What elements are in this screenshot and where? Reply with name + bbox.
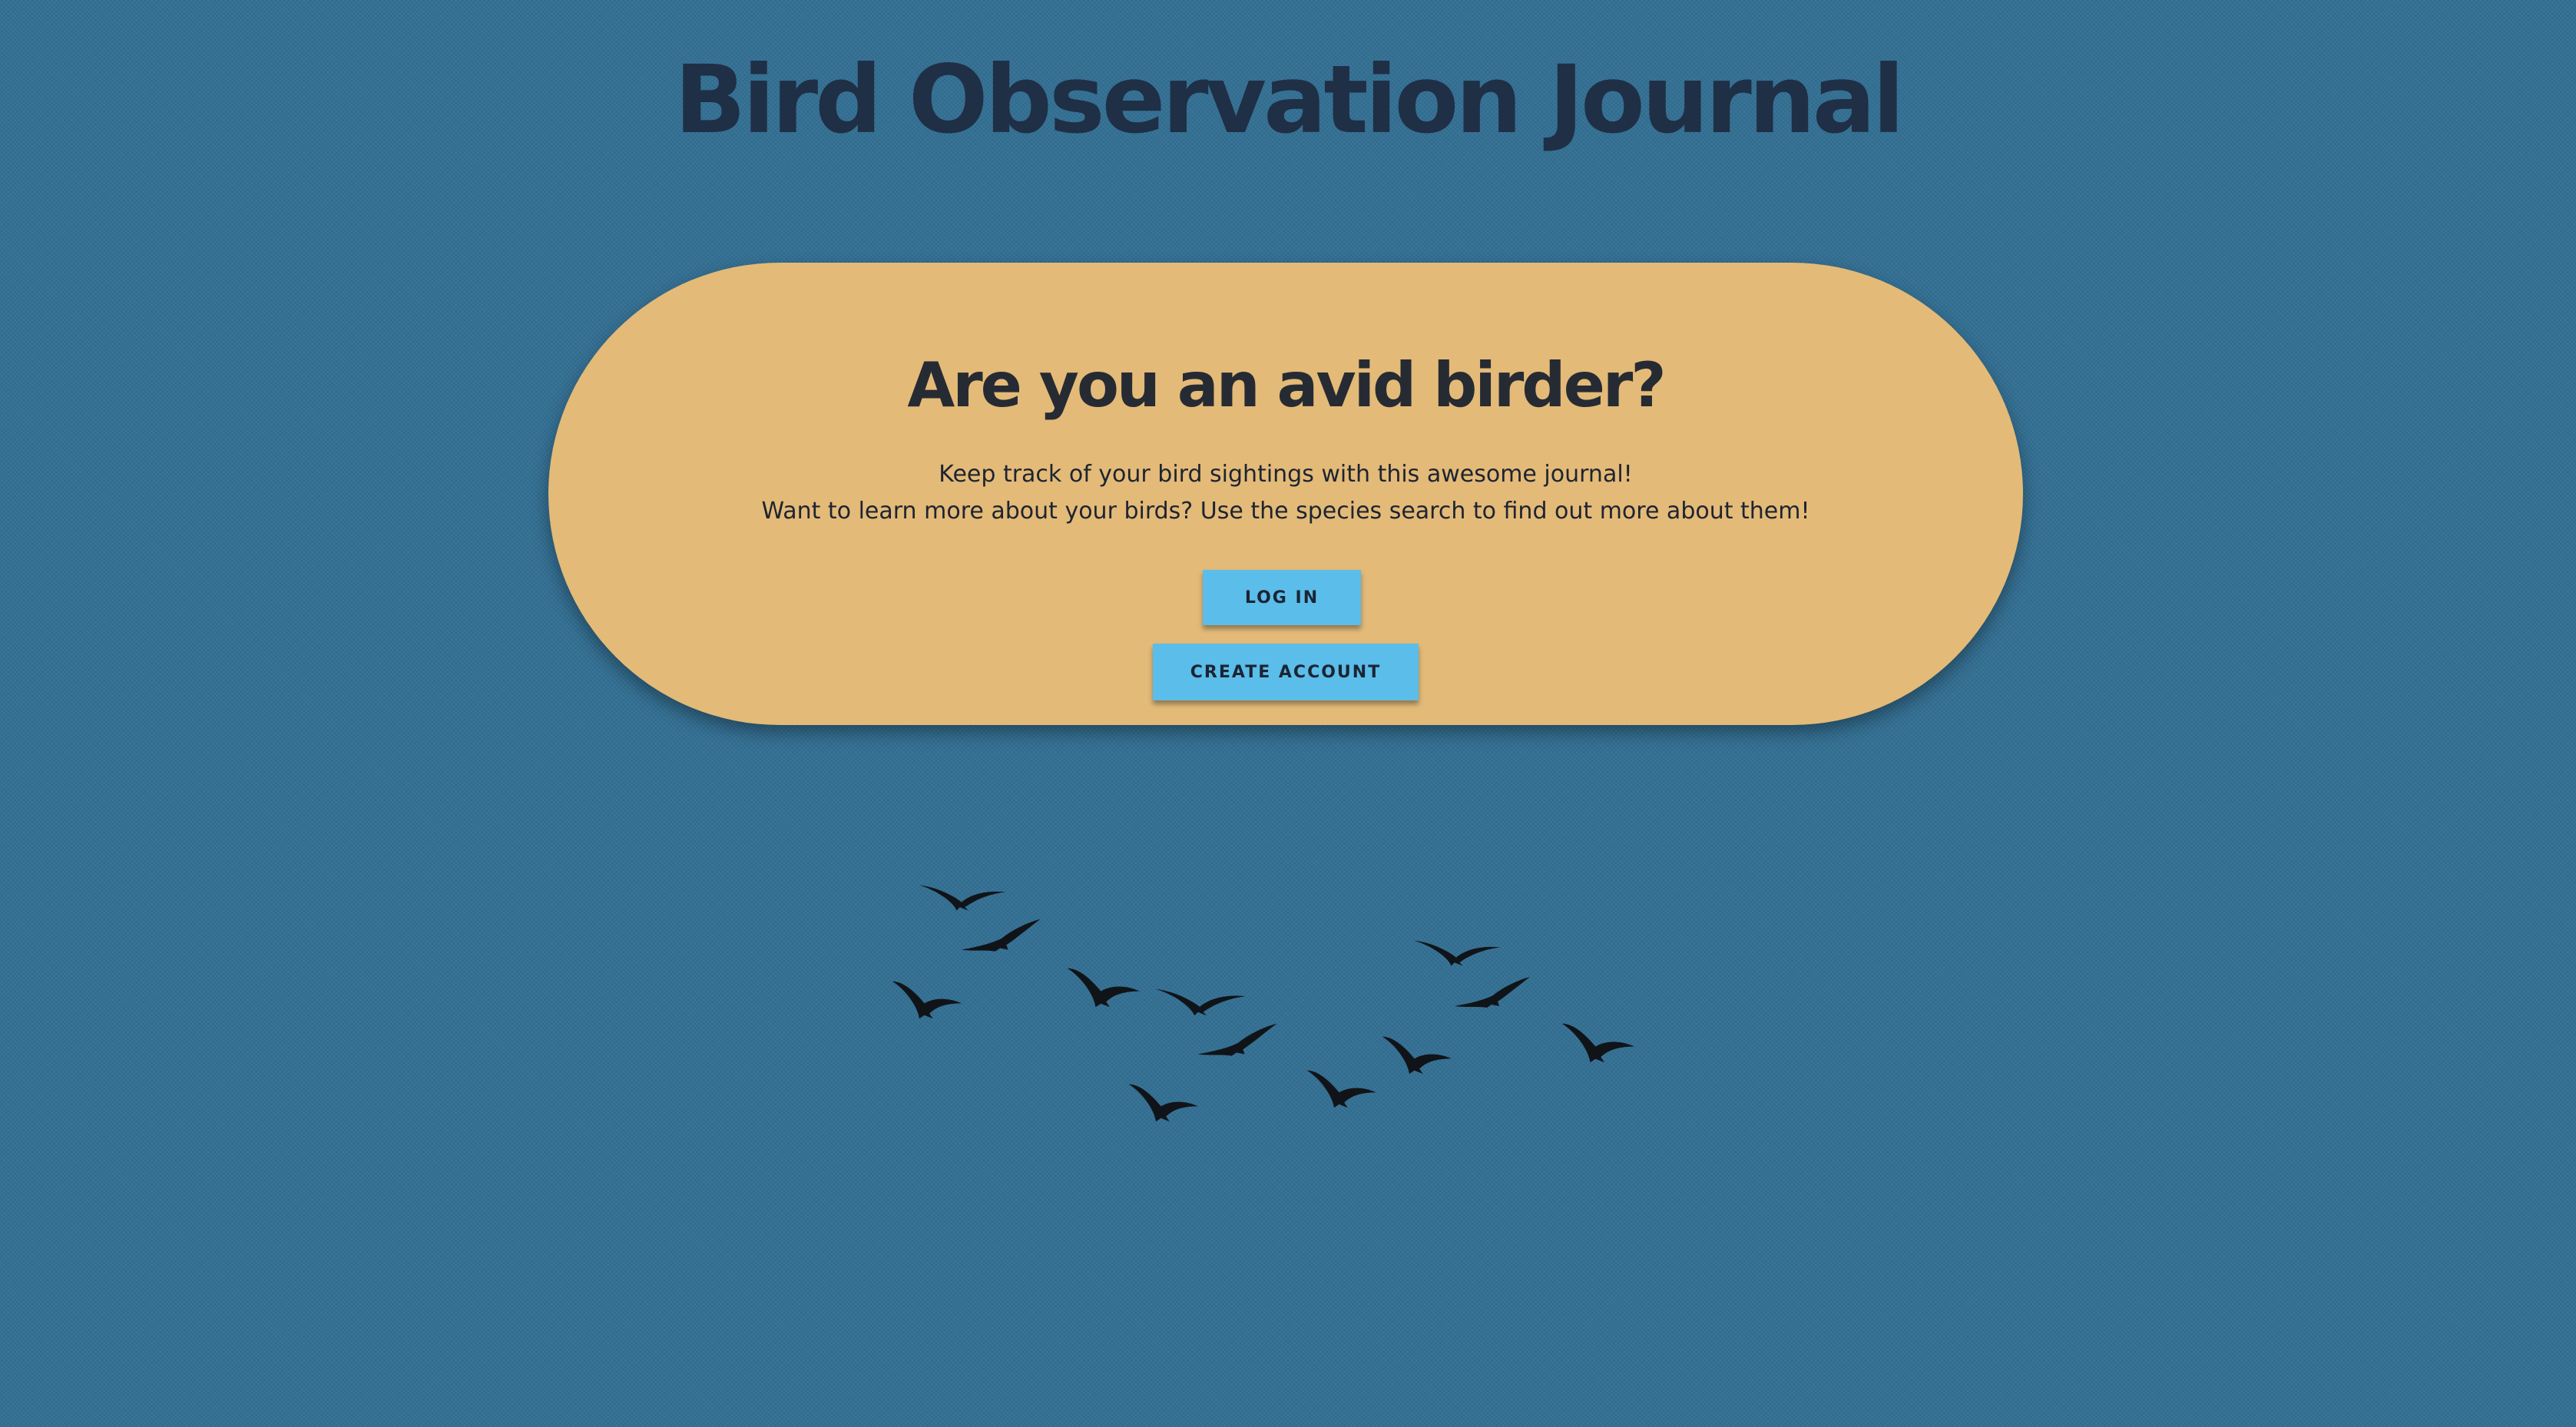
create-account-button[interactable]: CREATE ACCOUNT bbox=[1153, 644, 1419, 700]
page-title: Bird Observation Journal bbox=[674, 45, 1905, 154]
hero-card: Are you an avid birder? Keep track of yo… bbox=[548, 263, 2023, 725]
hero-description-line-1: Keep track of your bird sightings with t… bbox=[939, 461, 1633, 488]
login-button[interactable]: LOG IN bbox=[1203, 570, 1361, 625]
hero-description: Keep track of your bird sightings with t… bbox=[548, 456, 2023, 530]
hero-description-line-2: Want to learn more about your birds? Use… bbox=[761, 498, 1810, 525]
hero-heading: Are you an avid birder? bbox=[907, 349, 1666, 421]
bird-flock bbox=[892, 885, 1634, 1122]
